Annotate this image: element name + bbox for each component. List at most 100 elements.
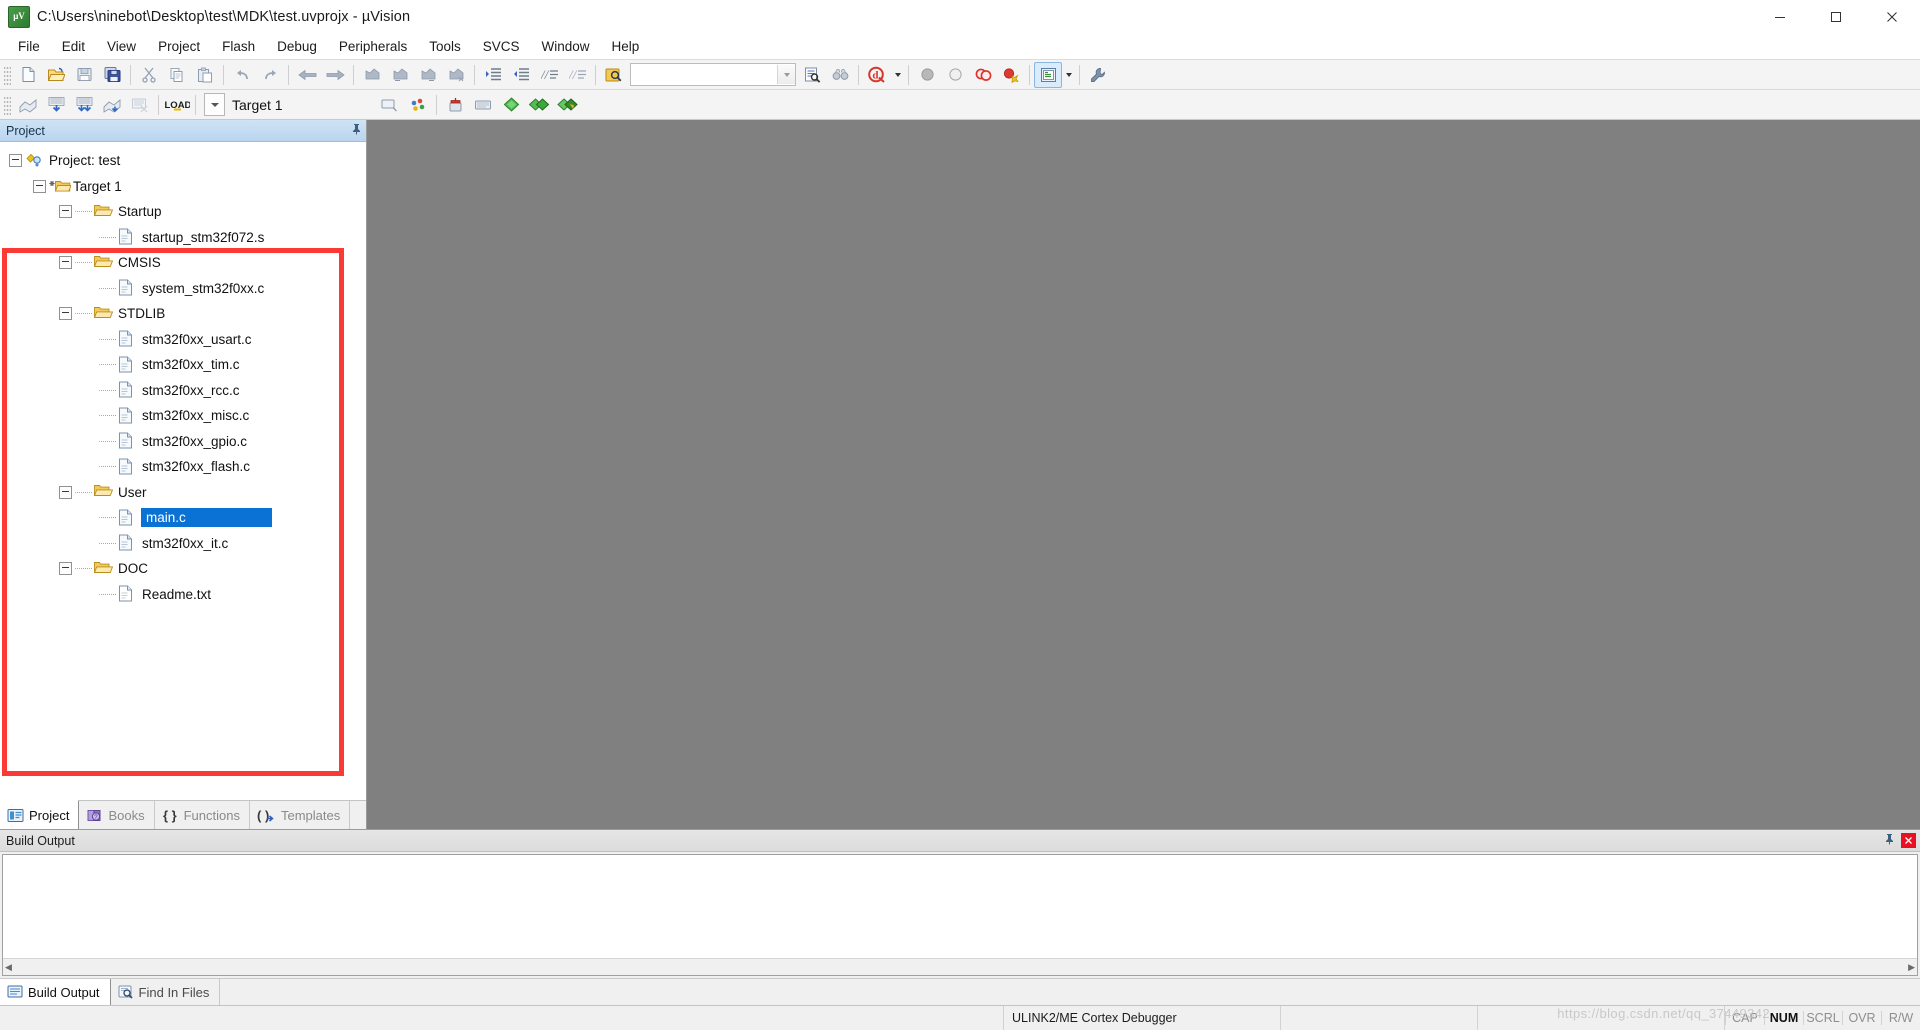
cut-icon[interactable] (135, 62, 163, 88)
breakpoints-kill-all-icon[interactable] (997, 62, 1025, 88)
tree-node-file[interactable]: stm32f0xx_flash.c (0, 454, 366, 480)
bookmark-prev-icon[interactable] (386, 62, 414, 88)
new-file-icon[interactable] (14, 62, 42, 88)
tree-node-group-doc[interactable]: DOC (0, 556, 366, 582)
toolbar-grip[interactable] (4, 94, 11, 115)
project-items-icon[interactable] (497, 92, 525, 118)
tree-expander[interactable] (59, 205, 72, 219)
translate-icon[interactable] (14, 92, 42, 118)
tab-books[interactable]: ? Books (79, 801, 155, 829)
tree-node-file[interactable]: startup_stm32f072.s (0, 225, 366, 251)
open-file-icon[interactable] (42, 62, 70, 88)
menu-svcs[interactable]: SVCS (472, 36, 531, 57)
breakpoint-off-icon[interactable] (941, 62, 969, 88)
manage-windows-icon[interactable] (1034, 61, 1062, 88)
tree-node-group-stdlib[interactable]: STDLIB (0, 301, 366, 327)
bookmark-next-icon[interactable] (414, 62, 442, 88)
tree-node-project[interactable]: Project: test (0, 148, 366, 174)
pin-icon[interactable] (351, 123, 362, 138)
debug-session-dropdown-icon[interactable] (891, 63, 904, 87)
minimize-button[interactable] (1752, 0, 1808, 33)
comment-icon[interactable]: // (535, 62, 563, 88)
save-icon[interactable] (70, 62, 98, 88)
toolbar-grip[interactable] (4, 64, 11, 85)
tree-expander[interactable] (59, 307, 72, 321)
copy-icon[interactable] (163, 62, 191, 88)
horizontal-scrollbar[interactable]: ◀ ▶ (3, 958, 1917, 975)
menu-file[interactable]: File (7, 36, 51, 57)
pin-icon[interactable] (1884, 832, 1895, 850)
tab-templates[interactable]: ( ) Templates (250, 801, 351, 829)
redo-icon[interactable] (256, 62, 284, 88)
save-all-icon[interactable] (98, 62, 126, 88)
project-tree[interactable]: Project: test Target 1 Startup startup_s… (0, 142, 366, 800)
tab-find-in-files[interactable]: Find In Files (111, 979, 221, 1005)
tab-project[interactable]: Project (0, 800, 80, 829)
target-selector[interactable]: Target 1 (204, 93, 376, 116)
navigate-forward-icon[interactable] (321, 62, 349, 88)
tree-node-file[interactable]: stm32f0xx_tim.c (0, 352, 366, 378)
tree-expander[interactable] (59, 256, 72, 270)
menu-help[interactable]: Help (601, 36, 651, 57)
configure-icon[interactable] (1084, 62, 1112, 88)
tree-expander[interactable] (33, 179, 46, 193)
menu-tools[interactable]: Tools (418, 36, 472, 57)
build-icon[interactable] (42, 92, 70, 118)
chevron-down-icon[interactable] (777, 65, 795, 84)
tree-node-file[interactable]: stm32f0xx_usart.c (0, 327, 366, 353)
batch-build-icon[interactable] (98, 92, 126, 118)
tree-node-file[interactable]: system_stm32f0xx.c (0, 276, 366, 302)
tree-expander[interactable] (59, 562, 72, 576)
breakpoint-disabled-icon[interactable] (913, 62, 941, 88)
maximize-button[interactable] (1808, 0, 1864, 33)
undo-icon[interactable] (228, 62, 256, 88)
uncomment-icon[interactable]: // (563, 62, 591, 88)
manage-runtime-icon[interactable] (404, 92, 432, 118)
tree-node-group-startup[interactable]: Startup (0, 199, 366, 225)
find-in-files-icon[interactable] (600, 62, 628, 88)
tree-expander[interactable] (59, 485, 72, 499)
tree-node-file-main-c[interactable]: main.c (0, 505, 366, 531)
menu-window[interactable]: Window (530, 36, 600, 57)
paste-icon[interactable] (191, 62, 219, 88)
books-env-icon[interactable] (553, 92, 581, 118)
tree-node-target[interactable]: Target 1 (0, 174, 366, 200)
rebuild-icon[interactable] (70, 92, 98, 118)
tree-node-file[interactable]: stm32f0xx_misc.c (0, 403, 366, 429)
debug-session-icon[interactable]: d (863, 62, 891, 88)
tree-node-file[interactable]: stm32f0xx_gpio.c (0, 429, 366, 455)
close-icon[interactable] (1901, 833, 1916, 848)
tree-node-group-cmsis[interactable]: CMSIS (0, 250, 366, 276)
outdent-icon[interactable] (507, 62, 535, 88)
tab-build-output[interactable]: Build Output (0, 979, 111, 1005)
multi-project-icon[interactable] (469, 92, 497, 118)
tree-node-group-user[interactable]: User (0, 480, 366, 506)
tree-node-file[interactable]: stm32f0xx_rcc.c (0, 378, 366, 404)
tree-expander[interactable] (9, 154, 22, 168)
navigate-backward-icon[interactable] (293, 62, 321, 88)
search-input[interactable] (630, 63, 796, 86)
components-icon[interactable] (525, 92, 553, 118)
close-button[interactable] (1864, 0, 1920, 33)
menu-edit[interactable]: Edit (51, 36, 96, 57)
indent-icon[interactable] (479, 62, 507, 88)
bookmark-toggle-icon[interactable] (358, 62, 386, 88)
menu-debug[interactable]: Debug (266, 36, 328, 57)
package-installer-icon[interactable] (441, 92, 469, 118)
bookmark-clear-icon[interactable] (442, 62, 470, 88)
chevron-down-icon[interactable] (204, 93, 225, 116)
menu-peripherals[interactable]: Peripherals (328, 36, 418, 57)
menu-view[interactable]: View (96, 36, 147, 57)
scroll-right-icon[interactable]: ▶ (1908, 962, 1915, 973)
tree-node-file[interactable]: stm32f0xx_it.c (0, 531, 366, 557)
stop-build-icon[interactable] (126, 92, 154, 118)
text-search-icon[interactable] (798, 62, 826, 88)
scroll-left-icon[interactable]: ◀ (5, 962, 12, 973)
menu-project[interactable]: Project (147, 36, 211, 57)
binoculars-icon[interactable] (826, 62, 854, 88)
breakpoints-disable-all-icon[interactable] (969, 62, 997, 88)
target-options-icon[interactable] (376, 92, 404, 118)
tab-functions[interactable]: { } Functions (155, 801, 250, 829)
menu-flash[interactable]: Flash (211, 36, 266, 57)
manage-windows-dropdown-icon[interactable] (1062, 63, 1075, 87)
